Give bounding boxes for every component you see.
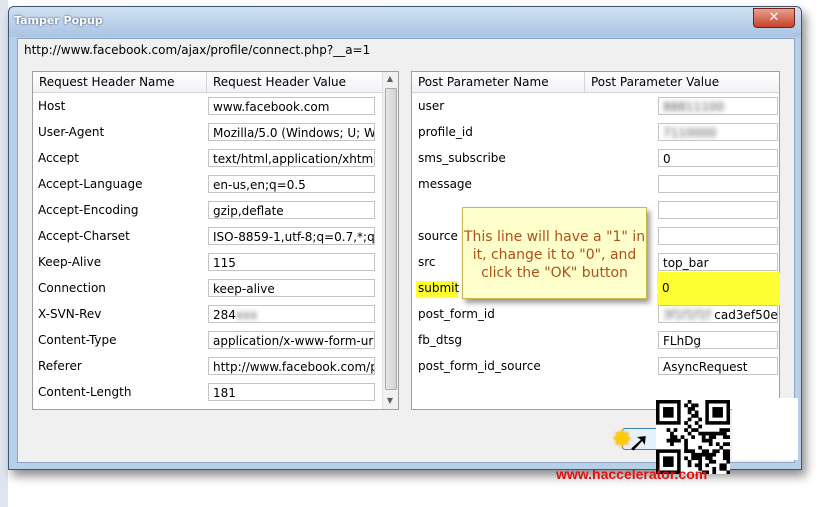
post-param-value-field[interactable]: 7110000: [658, 123, 778, 141]
instruction-callout: This line will have a "1" in it, change …: [462, 207, 647, 299]
post-param-value-field[interactable]: 88811100: [658, 97, 778, 115]
request-header-name: Accept-Charset: [38, 229, 130, 243]
mouse-cursor-icon: ➚: [628, 428, 650, 458]
request-header-value-field[interactable]: Mozilla/5.0 (Windows; U; Windows NT: [208, 123, 375, 141]
request-header-name: Keep-Alive: [38, 255, 102, 269]
request-header-value-field[interactable]: keep-alive: [208, 279, 375, 297]
window-title: Tamper Popup: [14, 14, 103, 27]
request-header-name: X-SVN-Rev: [38, 307, 102, 321]
blurred-text: xxx: [235, 308, 258, 322]
request-header-name: Referer: [38, 359, 82, 373]
scroll-up-icon[interactable]: ▲: [383, 72, 397, 86]
request-url: http://www.facebook.com/ajax/profile/con…: [24, 43, 371, 57]
header-post-value[interactable]: Post Parameter Value: [584, 72, 779, 93]
post-param-value-field[interactable]: top_bar: [658, 253, 778, 271]
close-button[interactable]: ✕: [753, 8, 795, 28]
watermark-url: www.haccelerator.com: [556, 466, 708, 482]
post-param-value-field[interactable]: AsyncRequest: [658, 357, 778, 375]
request-header-name: Content-Length: [38, 385, 132, 399]
header-post-name[interactable]: Post Parameter Name: [412, 72, 584, 93]
post-param-name: post_form_id_source: [418, 359, 541, 373]
request-scrollbar[interactable]: ▲ ▼: [382, 72, 398, 409]
request-header-name: Host: [38, 99, 66, 113]
scroll-thumb[interactable]: [385, 88, 397, 390]
post-param-value-field[interactable]: 3f1f1f1f cad3ef50e5a: [658, 305, 778, 323]
desktop-background-strip: [0, 0, 8, 507]
request-header-value-field[interactable]: application/x-www-form-urlencoded: [208, 331, 375, 349]
post-param-name: sms_subscribe: [418, 151, 506, 165]
post-param-value-field[interactable]: [658, 175, 778, 193]
post-param-value-field[interactable]: [658, 227, 778, 245]
request-header-value-field[interactable]: gzip,deflate: [208, 201, 375, 219]
request-header-name: Content-Type: [38, 333, 117, 347]
post-param-value-field[interactable]: 0: [658, 279, 778, 297]
blurred-text: 7110000: [663, 126, 717, 140]
qr-code-icon: [656, 400, 730, 474]
title-bar[interactable]: Tamper Popup ✕: [9, 7, 801, 37]
request-header-name: Accept: [38, 151, 79, 165]
post-param-value-field[interactable]: 0: [658, 149, 778, 167]
post-param-name: message: [418, 177, 472, 191]
post-param-name: src: [418, 255, 436, 269]
request-header-name: Accept-Encoding: [38, 203, 139, 217]
post-param-value-field[interactable]: FLhDg: [658, 331, 778, 349]
request-header-name: Accept-Language: [38, 177, 143, 191]
header-request-value[interactable]: Request Header Value: [206, 72, 382, 93]
blurred-text: 3f1f1f1f: [663, 308, 715, 322]
blank-overlay: [732, 398, 798, 460]
request-header-name: Connection: [38, 281, 106, 295]
request-header-value-field[interactable]: http://www.facebook.com/pe: [208, 357, 375, 375]
post-param-name: submit: [418, 281, 460, 295]
request-header-value-field[interactable]: 181: [208, 383, 375, 401]
post-param-value-field[interactable]: [658, 201, 778, 219]
request-header-value-field[interactable]: en-us,en;q=0.5: [208, 175, 375, 193]
post-param-name: fb_dtsg: [418, 333, 463, 347]
request-header-value-field[interactable]: 115: [208, 253, 375, 271]
request-header-value-field[interactable]: ISO-8859-1,utf-8;q=0.7,*;q=0.7: [208, 227, 375, 245]
post-param-name: post_form_id: [418, 307, 495, 321]
post-param-name: source: [418, 229, 458, 243]
request-header-value-field[interactable]: 284xxx: [208, 305, 375, 323]
blurred-text: 88811100: [663, 100, 725, 114]
post-param-name: profile_id: [418, 125, 473, 139]
header-request-name[interactable]: Request Header Name: [33, 72, 206, 93]
post-param-name: user: [418, 99, 445, 113]
request-header-name: User-Agent: [38, 125, 105, 139]
scroll-down-icon[interactable]: ▼: [383, 394, 397, 408]
request-header-value-field[interactable]: www.facebook.com: [208, 97, 375, 115]
request-header-value-field[interactable]: text/html,application/xhtml+xml: [208, 149, 375, 167]
